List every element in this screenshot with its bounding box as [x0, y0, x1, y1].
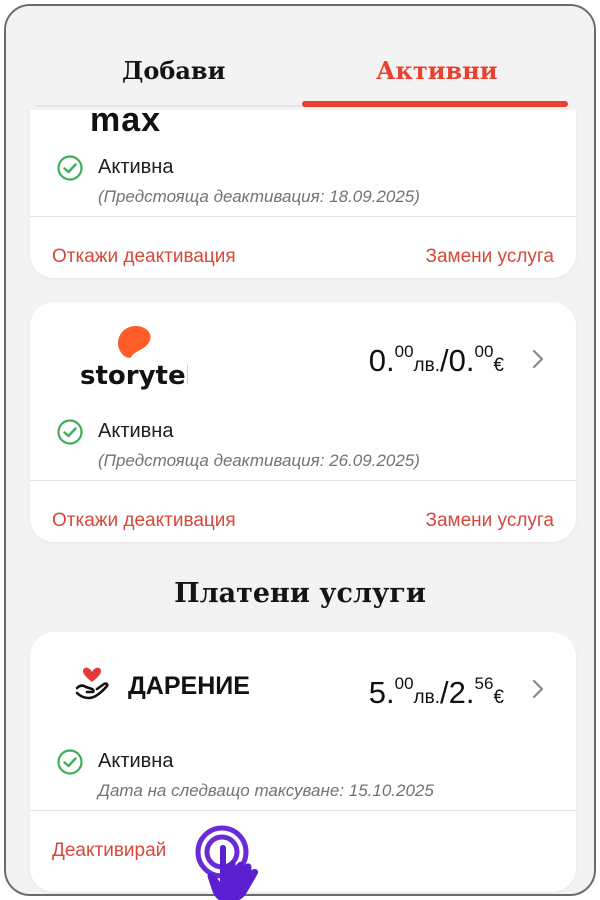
- status-label: Активна: [98, 420, 174, 442]
- divider: [30, 216, 576, 217]
- divider: [30, 480, 576, 481]
- deactivate-link[interactable]: Деактивирай: [52, 840, 166, 862]
- svg-text:storytel: storytel: [80, 361, 188, 390]
- price: 0.00лв./0.00€: [368, 342, 504, 378]
- replace-service-link[interactable]: Замени услуга: [425, 246, 554, 268]
- status-row: Активна (Предстояща деактивация: 18.09.2…: [56, 155, 420, 207]
- service-card-storytel[interactable]: storytel 0.00лв./0.00€ Активна (Предстоя…: [30, 302, 576, 542]
- tab-bar: Добави Активни: [6, 6, 594, 110]
- deactivation-note: (Предстояща деактивация: 26.09.2025): [98, 451, 420, 470]
- tab-divider: [36, 105, 304, 107]
- donation-logo: [75, 667, 109, 700]
- pointer-hand-icon: [195, 825, 259, 900]
- storytel-logo: storytel: [80, 326, 188, 390]
- status-label: Активна: [98, 750, 174, 772]
- price: 5.00лв./2.56€: [368, 674, 504, 710]
- check-circle-icon: [57, 419, 83, 445]
- app-frame: max Активна (Предстояща деактивация: 18.…: [4, 4, 596, 896]
- tab-add[interactable]: Добави: [122, 56, 225, 85]
- replace-service-link[interactable]: Замени услуга: [425, 510, 554, 532]
- tab-active[interactable]: Активни: [376, 56, 498, 85]
- check-circle-icon: [57, 749, 83, 775]
- deactivation-note: (Предстояща деактивация: 18.09.2025): [98, 187, 420, 206]
- divider: [30, 810, 576, 811]
- section-title: Платени услуги: [174, 578, 426, 609]
- chevron-right-icon[interactable]: [530, 678, 546, 700]
- service-card-donation[interactable]: ДАРЕНИЕ 5.00лв./2.56€ Активна Дата на сл…: [30, 632, 576, 892]
- tab-active-indicator: [302, 101, 568, 107]
- billing-date-note: Дата на следващо таксуване: 15.10.2025: [98, 781, 434, 800]
- cancel-deactivation-link[interactable]: Откажи деактивация: [52, 510, 236, 532]
- status-row: Активна (Предстояща деактивация: 26.09.2…: [56, 419, 420, 471]
- cancel-deactivation-link[interactable]: Откажи деактивация: [52, 246, 236, 268]
- status-row: Активна Дата на следващо таксуване: 15.1…: [56, 749, 434, 801]
- donation-title: ДАРЕНИЕ: [128, 672, 250, 700]
- status-label: Активна: [98, 156, 174, 178]
- check-circle-icon: [57, 155, 83, 181]
- chevron-right-icon[interactable]: [530, 348, 546, 370]
